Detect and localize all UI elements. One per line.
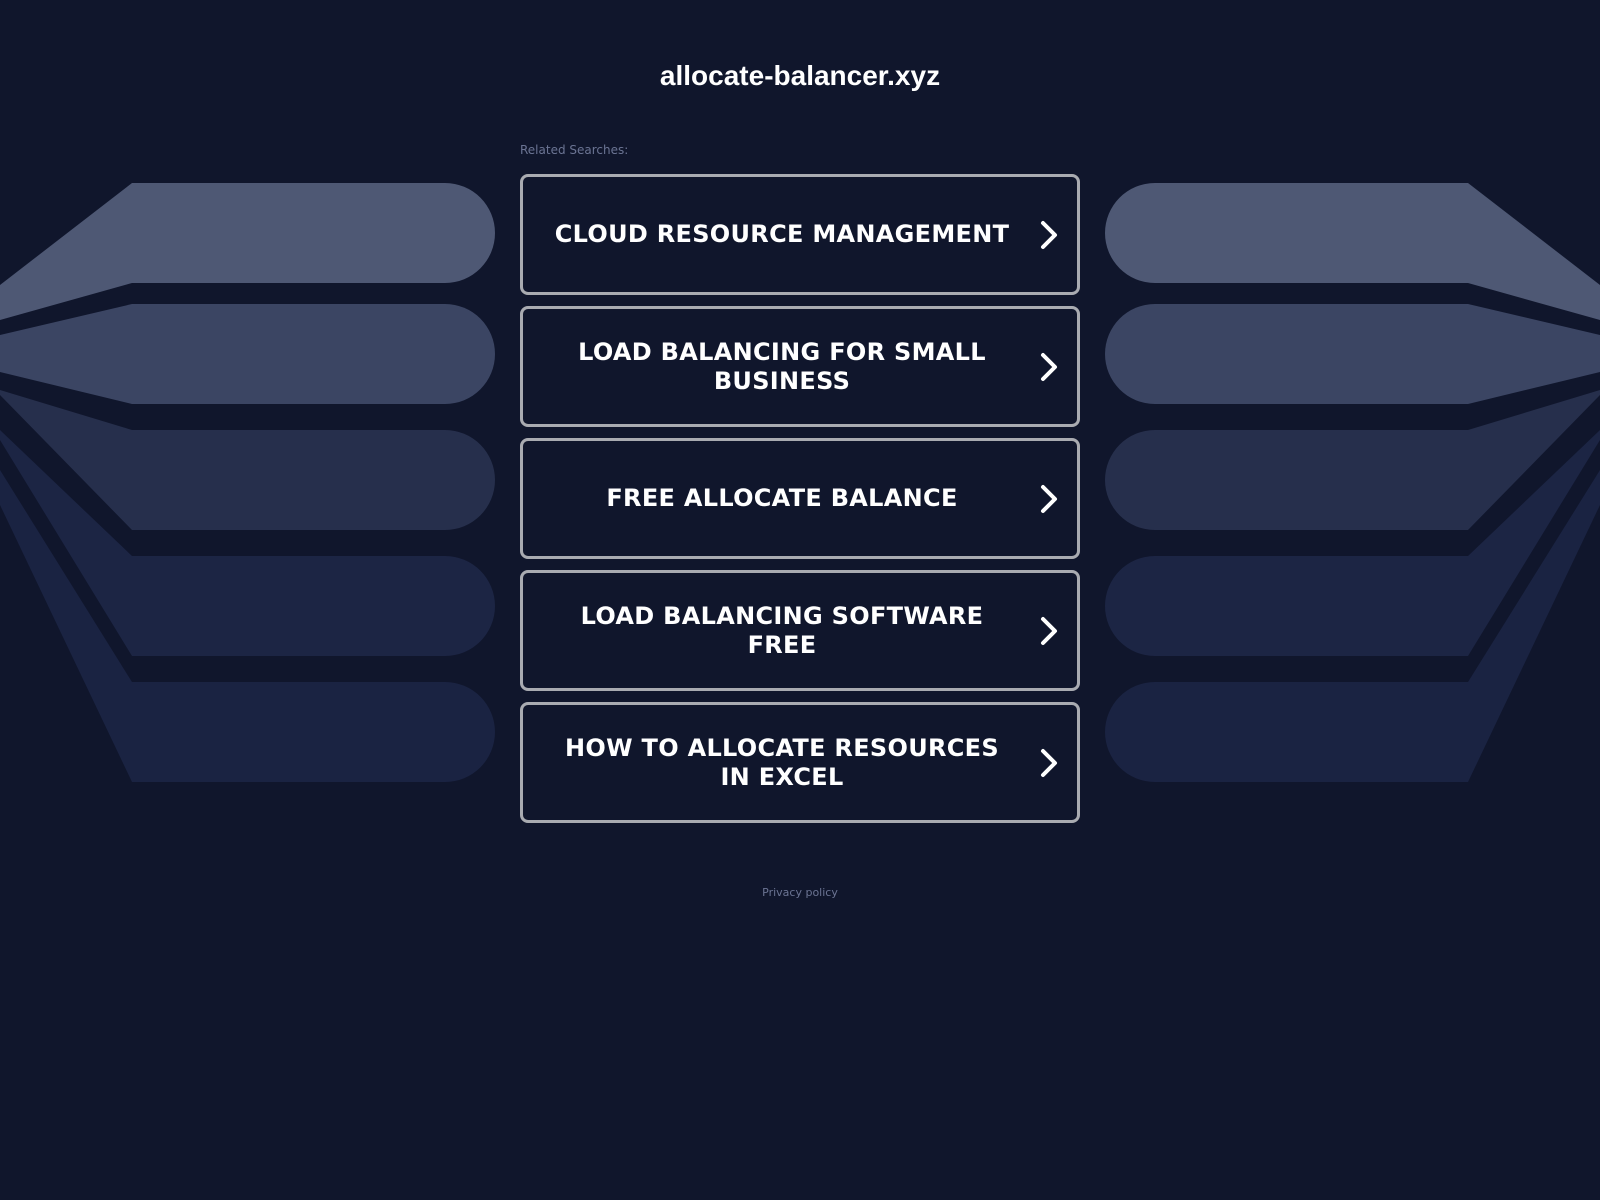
chevron-right-icon (1021, 205, 1077, 265)
related-searches-label: Related Searches: (520, 143, 629, 157)
related-search-link-4[interactable]: LOAD BALANCING SOFTWARE FREE (520, 570, 1080, 691)
left-decoration (0, 183, 495, 782)
related-search-label: FREE ALLOCATE BALANCE (606, 484, 958, 512)
right-band-1 (1105, 183, 1600, 320)
related-search-link-5[interactable]: HOW TO ALLOCATE RESOURCES IN EXCEL (520, 702, 1080, 823)
related-searches-list: CLOUD RESOURCE MANAGEMENT LOAD BALANCING… (520, 174, 1080, 834)
related-search-link-1[interactable]: CLOUD RESOURCE MANAGEMENT (520, 174, 1080, 295)
left-band-1 (0, 183, 495, 320)
page: allocate-balancer.xyz Related Searches: … (0, 0, 1600, 1200)
related-search-link-2[interactable]: LOAD BALANCING FOR SMALL BUSINESS (520, 306, 1080, 427)
chevron-right-icon (1021, 469, 1077, 529)
chevron-right-icon (1021, 733, 1077, 793)
site-title: allocate-balancer.xyz (659, 60, 941, 91)
related-search-label: HOW TO ALLOCATE RESOURCES IN EXCEL (565, 733, 999, 791)
chevron-right-icon (1021, 337, 1077, 397)
chevron-right-icon (1021, 601, 1077, 661)
related-search-label: LOAD BALANCING SOFTWARE FREE (580, 601, 984, 659)
left-band-2 (0, 304, 495, 404)
related-search-link-3[interactable]: FREE ALLOCATE BALANCE (520, 438, 1080, 559)
related-search-label: LOAD BALANCING FOR SMALL BUSINESS (578, 337, 986, 395)
privacy-policy-link[interactable]: Privacy policy (0, 886, 1600, 900)
right-band-2 (1105, 304, 1600, 404)
right-decoration (1105, 183, 1600, 782)
related-search-label: CLOUD RESOURCE MANAGEMENT (554, 220, 1010, 248)
